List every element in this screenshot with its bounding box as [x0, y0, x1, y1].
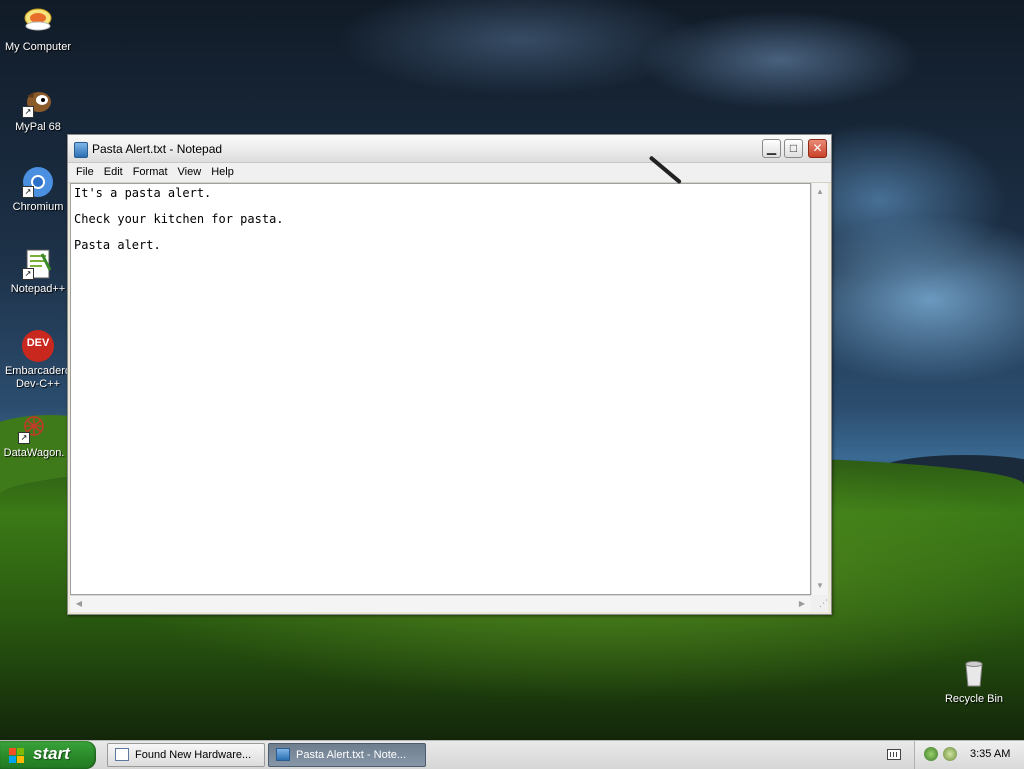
desktop-icon-label: DataWagon.	[3, 447, 65, 459]
menu-help[interactable]: Help	[206, 163, 239, 182]
taskbar-button-label: Found New Hardware...	[135, 749, 252, 761]
desktop-icon-dev-cpp[interactable]: DEV Embarcadero Dev-C++	[0, 330, 76, 391]
minimize-icon: ▁	[766, 141, 777, 155]
desktop-icon-notepad-plus-plus[interactable]: ↗ Notepad++	[0, 248, 76, 296]
text-line: Check your kitchen for pasta.	[74, 212, 284, 226]
shortcut-arrow-icon: ↗	[18, 432, 30, 444]
menu-file[interactable]: File	[71, 163, 99, 182]
menu-format[interactable]: Format	[128, 163, 173, 182]
datawagon-icon: ↗	[18, 412, 50, 444]
desktop-icon-chromium[interactable]: ↗ Chromium	[0, 166, 76, 214]
menu-bar: File Edit Format View Help	[68, 163, 831, 183]
scroll-right-icon[interactable]: ▶	[795, 597, 809, 611]
text-editor[interactable]: It's a pasta alert. Check your kitchen f…	[70, 183, 811, 595]
maximize-icon: □	[789, 141, 798, 155]
start-label: start	[33, 744, 70, 763]
desktop-icon-label: Chromium	[12, 201, 64, 213]
system-tray: 3:35 AM	[914, 741, 1024, 769]
window-title: Pasta Alert.txt - Notepad	[92, 142, 223, 156]
close-icon: ✕	[812, 141, 823, 155]
desktop-icon-datawagon[interactable]: ↗ DataWagon.	[0, 412, 72, 460]
text-line: It's a pasta alert.	[74, 186, 212, 200]
desktop-icon-mypal[interactable]: ↗ MyPal 68	[0, 86, 76, 134]
mypal-browser-icon: ↗	[22, 86, 54, 118]
desktop-icon-my-computer[interactable]: My Computer	[0, 6, 76, 54]
vertical-scrollbar[interactable]: ▲ ▼	[811, 183, 828, 595]
notepad-icon	[74, 142, 88, 158]
windows-logo-icon	[9, 748, 24, 763]
notepad-window[interactable]: Pasta Alert.txt - Notepad ▁ □ ✕ File Edi…	[67, 134, 832, 615]
desktop-icon-recycle-bin[interactable]: Recycle Bin	[936, 658, 1012, 706]
scroll-up-icon[interactable]: ▲	[813, 185, 827, 199]
title-bar[interactable]: Pasta Alert.txt - Notepad ▁ □ ✕	[68, 135, 831, 163]
dev-cpp-icon: DEV	[22, 330, 54, 362]
taskbar-button-found-new-hardware[interactable]: Found New Hardware...	[107, 743, 265, 767]
maximize-button[interactable]: □	[784, 139, 803, 158]
clock[interactable]: 3:35 AM	[970, 748, 1010, 760]
menu-edit[interactable]: Edit	[99, 163, 128, 182]
text-line: Pasta alert.	[74, 238, 161, 252]
window-icon	[115, 748, 129, 761]
recycle-bin-icon	[958, 658, 990, 690]
desktop-icon-label: Notepad++	[10, 283, 66, 295]
dev-cpp-icon-text: DEV	[26, 337, 50, 349]
start-button[interactable]: start	[0, 741, 96, 769]
desktop-icon-label: My Computer	[4, 41, 72, 53]
network-icon[interactable]	[943, 747, 957, 761]
shortcut-arrow-icon: ↗	[22, 268, 34, 280]
desktop-icon-label: Embarcadero Dev-C++	[4, 365, 72, 390]
close-button[interactable]: ✕	[808, 139, 827, 158]
security-icon[interactable]	[924, 747, 938, 761]
minimize-button[interactable]: ▁	[762, 139, 781, 158]
notepad-icon	[276, 748, 290, 761]
taskbar: start Found New Hardware... Pasta Alert.…	[0, 740, 1024, 769]
shortcut-arrow-icon: ↗	[22, 106, 34, 118]
desktop-icon-label: MyPal 68	[15, 121, 61, 133]
my-computer-icon	[22, 6, 54, 38]
scroll-down-icon[interactable]: ▼	[813, 579, 827, 593]
resize-grip-icon[interactable]: ⋰	[811, 595, 828, 612]
desktop-icon-label: Recycle Bin	[944, 693, 1004, 705]
menu-view[interactable]: View	[173, 163, 207, 182]
taskbar-button-notepad[interactable]: Pasta Alert.txt - Note...	[268, 743, 426, 767]
scroll-left-icon[interactable]: ◀	[72, 597, 86, 611]
horizontal-scrollbar[interactable]: ◀ ▶	[70, 595, 811, 612]
shortcut-arrow-icon: ↗	[22, 186, 34, 198]
keyboard-icon[interactable]	[887, 749, 901, 760]
taskbar-button-label: Pasta Alert.txt - Note...	[296, 749, 407, 761]
notepad-plus-plus-icon: ↗	[22, 248, 54, 280]
chromium-icon: ↗	[22, 166, 54, 198]
